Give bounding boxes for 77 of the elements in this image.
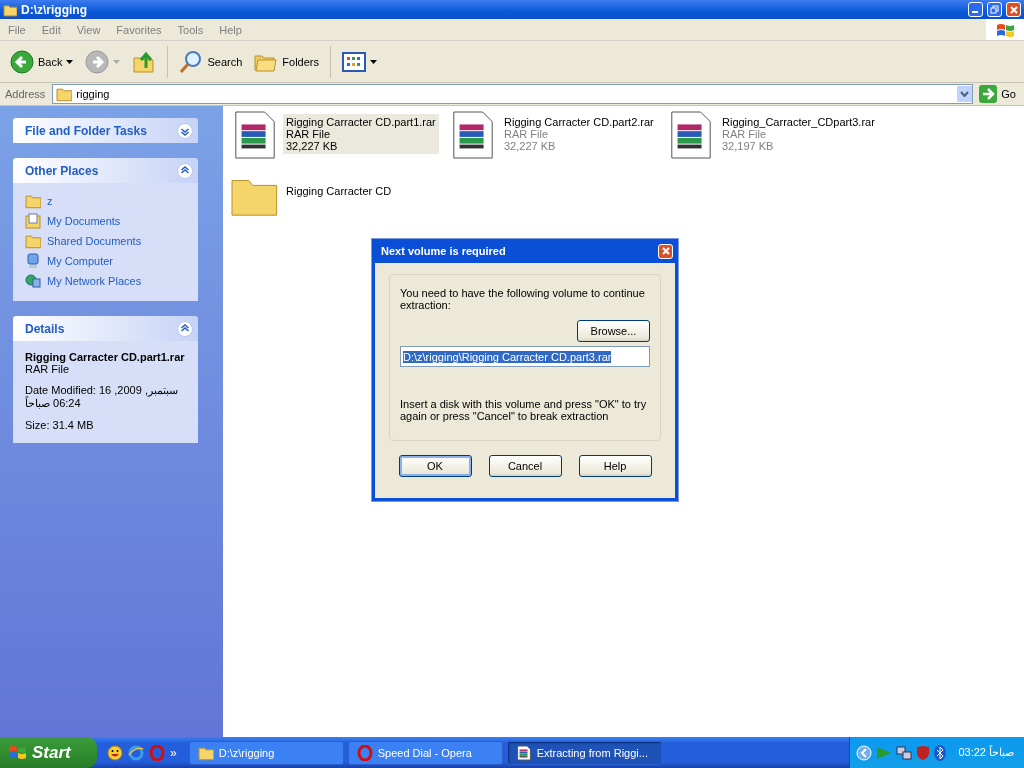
- browser-icon[interactable]: [128, 744, 144, 761]
- file-item[interactable]: Rigging_Carracter_CDpart3.rar RAR File 32,197 KB: [719, 114, 878, 154]
- folder-icon: [25, 193, 41, 209]
- caret-icon: [66, 59, 74, 64]
- start-button[interactable]: Start: [0, 737, 97, 768]
- file-item[interactable]: Rigging Carracter CD.part1.rar RAR File 32,227 KB: [283, 114, 439, 154]
- place-link[interactable]: z: [25, 193, 186, 209]
- back-button[interactable]: Back: [6, 47, 78, 76]
- panel-header[interactable]: Details: [13, 316, 198, 341]
- restore-icon: [990, 5, 999, 14]
- network-icon[interactable]: [896, 744, 913, 761]
- folder-icon: [25, 233, 41, 249]
- search-button[interactable]: Search: [175, 47, 247, 76]
- close-button[interactable]: [658, 243, 673, 259]
- folders-button[interactable]: Folders: [250, 47, 323, 76]
- address-field[interactable]: rigging: [52, 84, 974, 104]
- menu-item[interactable]: View: [68, 23, 109, 36]
- date-modified: Date Modified: 16 سبتمبر, 2009, 06:24 صباحاً: [25, 384, 179, 410]
- task-button[interactable]: Extracting from Riggi...: [506, 740, 662, 765]
- computer-icon: [25, 253, 41, 269]
- windows-logo-icon: [8, 743, 28, 762]
- panel-header[interactable]: Other Places: [13, 158, 198, 183]
- menu-item[interactable]: Edit: [33, 23, 69, 36]
- file-item[interactable]: Rigging Carracter CD.part2.rar RAR File 32,227 KB: [501, 114, 657, 154]
- place-link[interactable]: Shared Documents: [25, 233, 186, 249]
- folder-icon: [3, 2, 17, 17]
- caret-icon: [370, 59, 377, 64]
- dialog-button[interactable]: OK: [398, 455, 472, 477]
- place-link[interactable]: My Documents: [25, 213, 186, 229]
- window-title: D:\z\rigging: [21, 2, 88, 17]
- collapse-icon[interactable]: [177, 320, 193, 337]
- dialog-button[interactable]: Help: [578, 455, 652, 477]
- menu-item[interactable]: Help: [211, 23, 250, 36]
- minimize-button[interactable]: [968, 2, 983, 17]
- expand-icon[interactable]: [177, 122, 193, 139]
- go-button[interactable]: Go: [977, 85, 1022, 103]
- folder-item[interactable]: Rigging Carracter CD: [283, 183, 395, 199]
- file-name: Rigging Carracter CD.part1.rar: [25, 351, 186, 363]
- views-icon: [342, 50, 366, 73]
- dialog-message: You need to have the following volume to continue extraction:: [400, 287, 646, 311]
- menu-item[interactable]: Tools: [169, 23, 212, 36]
- opera-icon: [356, 744, 373, 761]
- close-icon: [661, 247, 670, 255]
- file-size: Size: 31.4 MB: [25, 419, 95, 431]
- documents-icon: [25, 213, 41, 229]
- dropdown-icon: [960, 91, 970, 97]
- browse-button[interactable]: Browse...: [577, 320, 650, 342]
- dialog-title: Next volume is required: [381, 245, 506, 257]
- clock: 03:22 صباحاً: [958, 746, 1014, 759]
- menu-item[interactable]: Favorites: [108, 23, 170, 36]
- path-field[interactable]: D:\z\rigging\Rigging Carracter CD.part3.rar: [400, 346, 650, 367]
- collapse-icon[interactable]: [177, 162, 193, 179]
- search-icon: [179, 49, 204, 74]
- smiley-icon[interactable]: [107, 744, 123, 761]
- chevron-icon[interactable]: [856, 744, 873, 761]
- restore-button[interactable]: [987, 2, 1002, 17]
- windows-logo-icon: [996, 21, 1014, 38]
- dialog-note: Insert a disk with this volume and press "OK" to try again or press "Cancel" to break extraction: [400, 398, 648, 422]
- close-icon: [1009, 5, 1018, 14]
- place-link[interactable]: My Network Places: [25, 273, 186, 289]
- dialog-button[interactable]: Cancel: [488, 455, 562, 477]
- folder-icon: [56, 86, 73, 102]
- panel-header[interactable]: File and Folder Tasks: [13, 118, 198, 143]
- network-icon: [25, 273, 41, 289]
- file-type: RAR File: [25, 363, 70, 375]
- caret-icon: [113, 59, 121, 64]
- more-button[interactable]: »: [170, 745, 177, 760]
- task-button[interactable]: Speed Dial - Opera: [347, 740, 503, 765]
- menu-item[interactable]: File: [0, 23, 34, 36]
- folder-up-icon: [132, 49, 157, 74]
- archive-icon: [515, 744, 532, 761]
- close-button[interactable]: [1006, 2, 1021, 17]
- go-arrow-icon: [979, 85, 998, 103]
- task-button[interactable]: D:\z\rigging: [188, 740, 344, 765]
- place-link[interactable]: My Computer: [25, 253, 186, 269]
- bluetooth-icon[interactable]: [934, 744, 947, 761]
- address-label: Address: [4, 88, 47, 100]
